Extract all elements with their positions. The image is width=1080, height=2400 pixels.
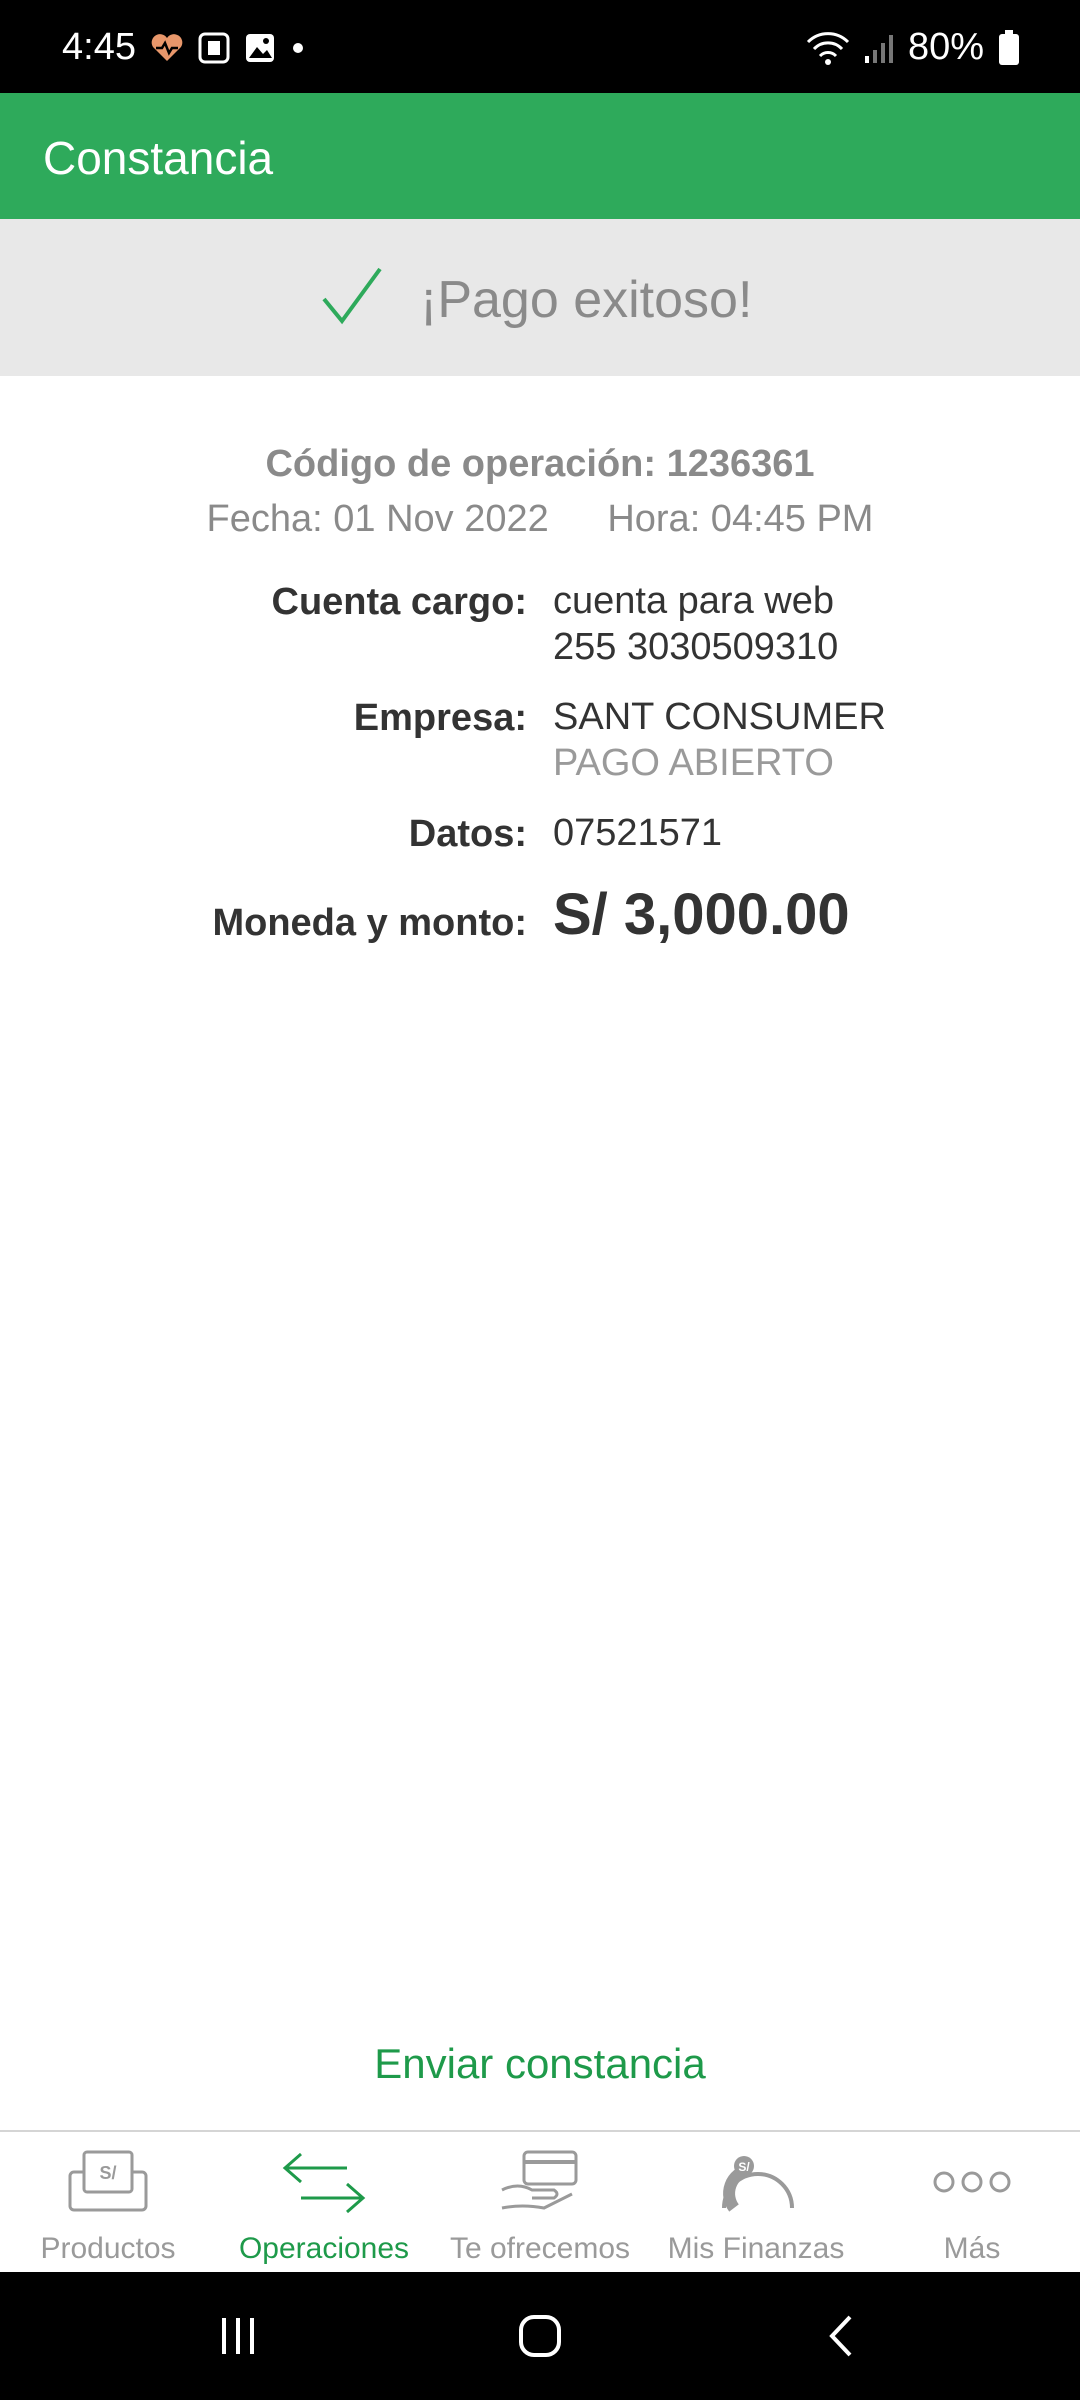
payment-type: PAGO ABIERTO <box>553 742 834 784</box>
home-icon[interactable] <box>518 2314 562 2358</box>
wifi-icon <box>806 31 850 65</box>
svg-text:S/: S/ <box>99 2163 116 2183</box>
operations-icon <box>282 2152 366 2214</box>
check-icon <box>322 267 382 325</box>
nav-label-productos: Productos <box>40 2232 176 2265</box>
app-notification-icon <box>198 32 230 64</box>
health-icon <box>151 34 183 61</box>
date-time-line: Fecha: 01 Nov 2022 Hora: 04:45 PM <box>0 498 1080 541</box>
status-time: 4:45 <box>62 26 136 68</box>
signal-icon <box>864 34 893 63</box>
gallery-icon <box>246 34 274 62</box>
nav-item-mis-finanzas[interactable]: S/ Mis Finanzas <box>648 2132 864 2274</box>
back-icon[interactable] <box>826 2314 856 2358</box>
data-label: Datos: <box>408 813 527 855</box>
nav-item-productos[interactable]: S/ Productos <box>0 2132 216 2274</box>
finances-icon: S/ <box>722 2156 794 2212</box>
app-bar: Constancia <box>0 93 1080 219</box>
operation-code: Código de operación: 1236361 <box>265 443 815 485</box>
battery-percent: 80% <box>907 26 984 68</box>
battery-icon <box>999 29 1019 65</box>
offers-icon <box>501 2150 578 2210</box>
company-value: SANT CONSUMER PAGO ABIERTO <box>553 694 886 786</box>
company-name: SANT CONSUMER <box>553 696 886 738</box>
account-value: cuenta para web 255 3030509310 <box>553 578 838 670</box>
nav-item-operaciones[interactable]: Operaciones <box>216 2132 432 2274</box>
nav-label-operaciones: Operaciones <box>238 2232 410 2265</box>
account-number: 255 3030509310 <box>553 626 839 668</box>
notification-icons <box>150 32 306 64</box>
amount-label: Moneda y monto: <box>212 902 527 944</box>
company-label: Empresa: <box>353 697 527 739</box>
operation-date: Fecha: 01 Nov 2022 <box>206 498 549 540</box>
status-bar: 4:45 80% <box>0 0 1080 93</box>
nav-item-te-ofrecemos[interactable]: Te ofrecemos <box>432 2132 648 2274</box>
products-icon: S/ <box>68 2150 148 2212</box>
bottom-nav: S/ Productos Operaciones Te ofrecemos S/… <box>0 2130 1080 2274</box>
send-receipt-button[interactable]: Enviar constancia <box>0 2040 1080 2088</box>
status-right: 80% <box>806 26 1020 69</box>
data-value: 07521571 <box>553 812 723 854</box>
nav-label-mis-finanzas: Mis Finanzas <box>667 2232 845 2265</box>
nav-label-mas: Más <box>943 2232 1001 2265</box>
account-label: Cuenta cargo: <box>271 581 527 623</box>
operation-time: Hora: 04:45 PM <box>607 498 874 540</box>
page-title: Constancia <box>43 132 274 184</box>
svg-text:S/: S/ <box>738 2160 750 2174</box>
nav-item-mas[interactable]: Más <box>864 2132 1080 2274</box>
nav-label-te-ofrecemos: Te ofrecemos <box>449 2232 631 2265</box>
more-icon <box>933 2171 1011 2193</box>
dot-icon <box>293 43 303 53</box>
system-nav-bar <box>0 2272 1080 2400</box>
success-message: ¡Pago exitoso! <box>420 271 753 329</box>
recents-icon[interactable] <box>218 2316 258 2356</box>
amount-value: S/ 3,000.00 <box>553 882 850 947</box>
account-name: cuenta para web <box>553 580 834 622</box>
